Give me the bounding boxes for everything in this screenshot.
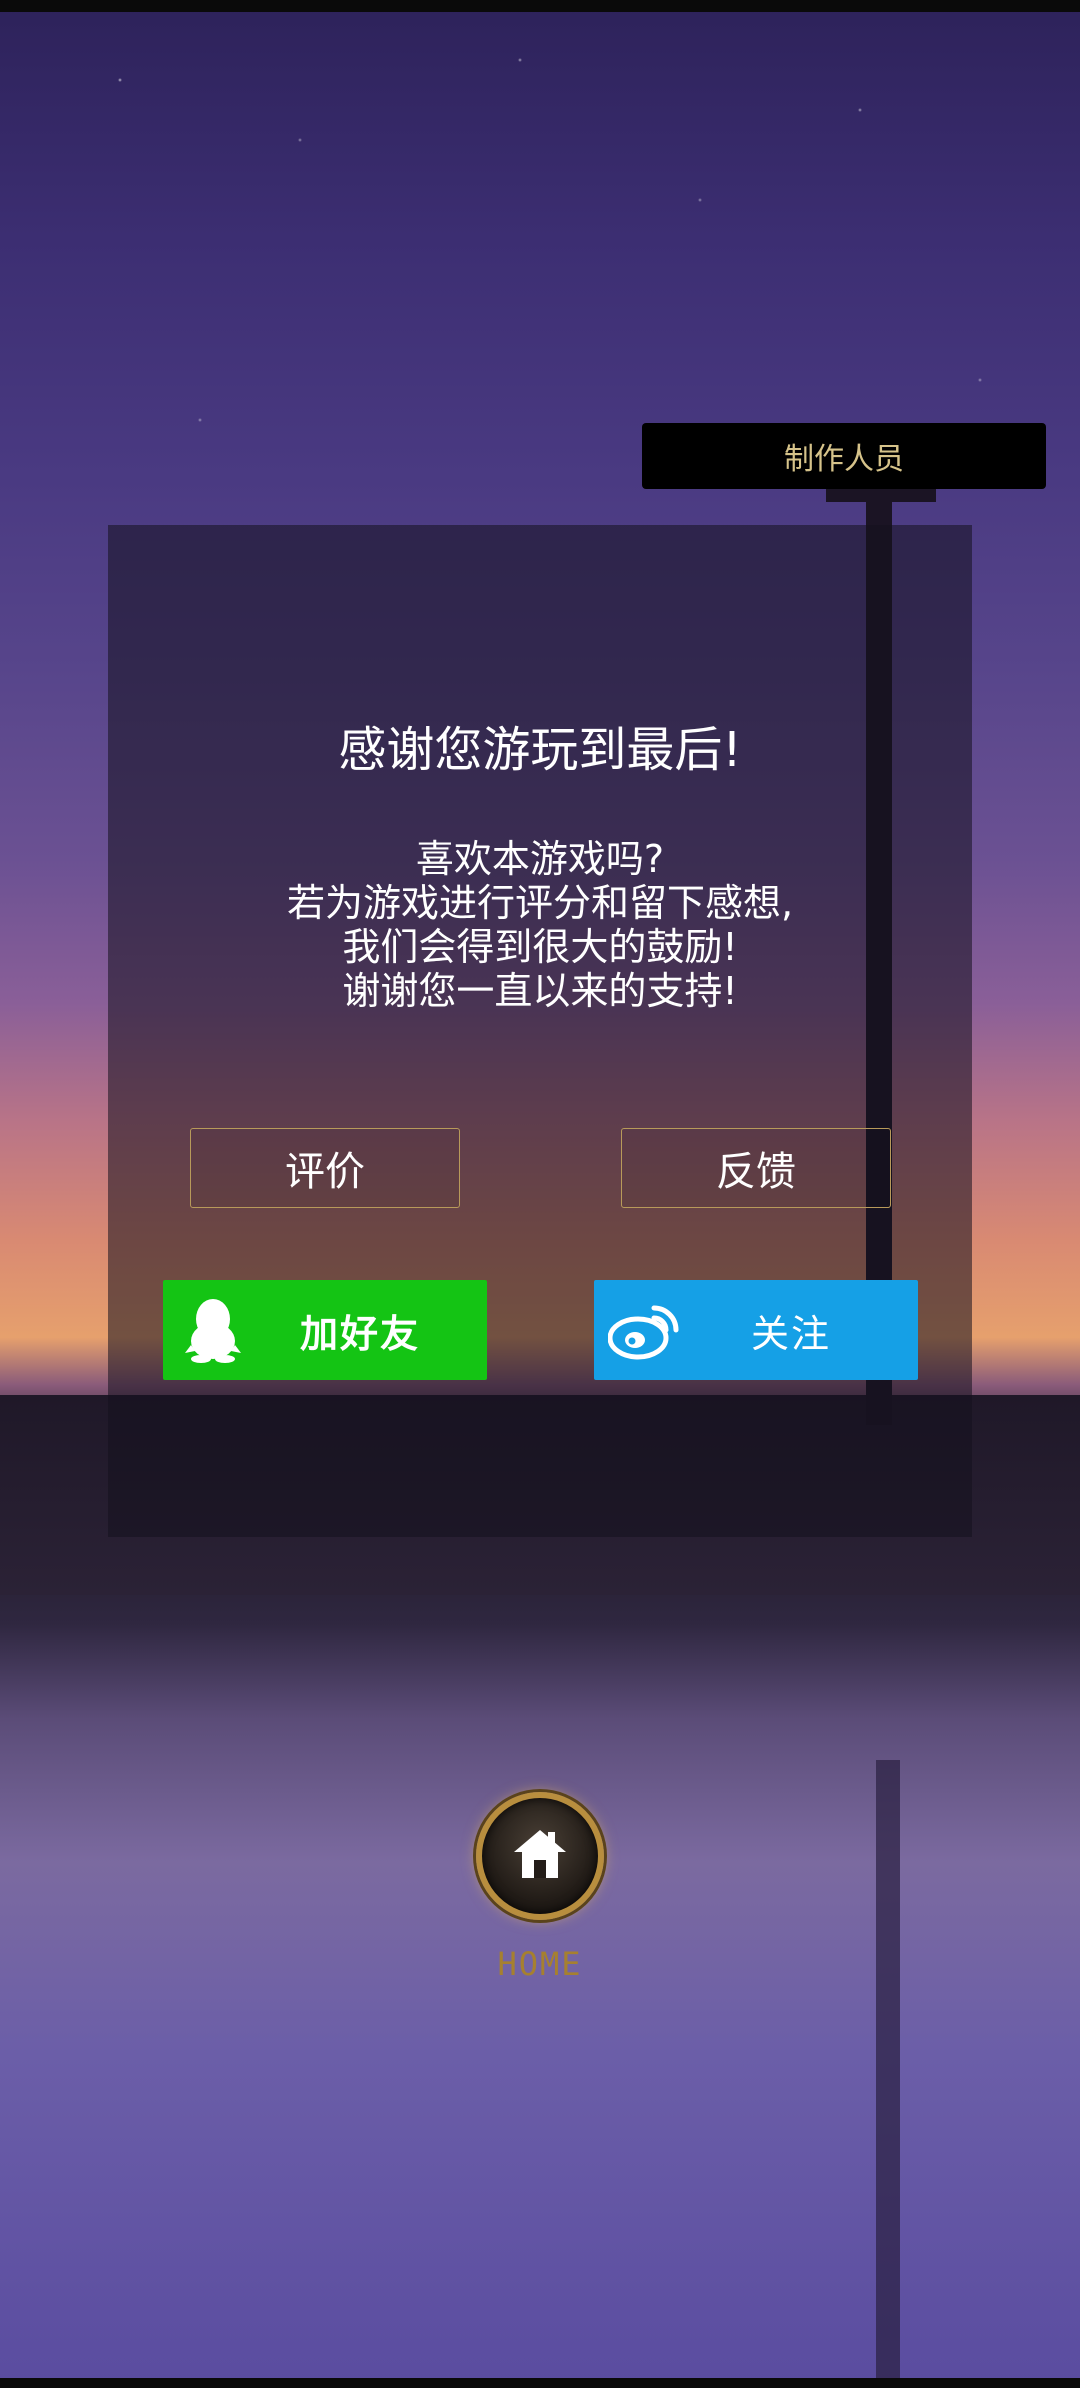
weibo-icon bbox=[594, 1280, 694, 1380]
home-button[interactable] bbox=[476, 1792, 604, 1920]
qq-penguin-icon bbox=[163, 1280, 263, 1380]
rate-button[interactable]: 评价 bbox=[190, 1128, 460, 1208]
feedback-button[interactable]: 反馈 bbox=[621, 1128, 891, 1208]
qq-add-friend-button[interactable]: 加好友 bbox=[163, 1280, 487, 1380]
thanks-message: 喜欢本游戏吗? 若为游戏进行评分和留下感想, 我们会得到很大的鼓励! 谢谢您一直… bbox=[108, 837, 972, 1013]
game-end-screen: 制作人员 感谢您游玩到最后! 喜欢本游戏吗? 若为游戏进行评分和留下感想, 我们… bbox=[0, 0, 1080, 2388]
house-icon bbox=[510, 1826, 570, 1886]
weibo-button-label: 关注 bbox=[750, 1311, 831, 1356]
qq-button-label: 加好友 bbox=[299, 1311, 420, 1356]
message-line: 我们会得到很大的鼓励! bbox=[342, 925, 738, 969]
top-edge-bar bbox=[0, 0, 1080, 12]
message-line: 谢谢您一直以来的支持! bbox=[342, 969, 738, 1013]
home-label: HOME bbox=[497, 1945, 583, 1983]
stars-decoration bbox=[0, 0, 1080, 600]
thanks-dialog: 感谢您游玩到最后! 喜欢本游戏吗? 若为游戏进行评分和留下感想, 我们会得到很大… bbox=[108, 525, 972, 1537]
thanks-title: 感谢您游玩到最后! bbox=[338, 722, 742, 778]
utility-pole-reflection bbox=[876, 1760, 900, 2380]
credits-button[interactable]: 制作人员 bbox=[642, 423, 1046, 489]
message-line: 若为游戏进行评分和留下感想, bbox=[286, 881, 794, 925]
bottom-edge-bar bbox=[0, 2378, 1080, 2388]
message-line: 喜欢本游戏吗? bbox=[415, 837, 665, 881]
weibo-follow-button[interactable]: 关注 bbox=[594, 1280, 918, 1380]
